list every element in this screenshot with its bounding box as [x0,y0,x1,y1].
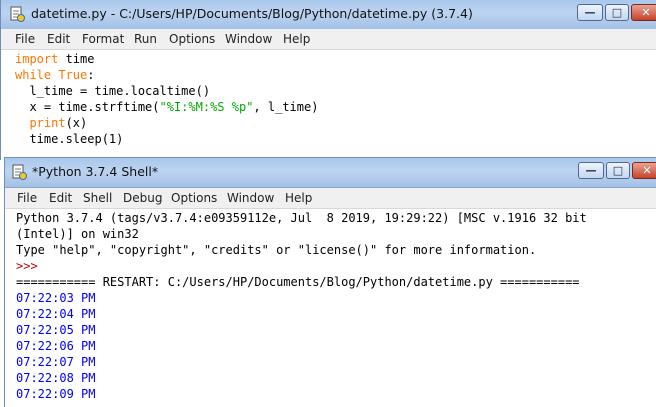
menu-edit[interactable]: Edit [47,32,70,46]
code-text: x = time.strftime( [15,100,160,114]
editor-close-button[interactable]: ✕ [631,4,656,21]
keyword: while [15,68,52,82]
string-literal: "%I:%M:%S %p" [159,100,254,114]
menu-debug[interactable]: Debug [123,191,162,205]
menu-help[interactable]: Help [285,191,312,205]
output-line: 07:22:07 PM [16,355,96,369]
code-line-5: print(x) [15,116,87,130]
minimize-icon: — [585,164,597,177]
shell-maximize-button[interactable]: □ [606,162,630,179]
output-line: 07:22:08 PM [16,371,96,385]
menu-help[interactable]: Help [283,32,310,46]
code-text: , l_time) [253,100,319,114]
close-icon: ✕ [641,6,651,19]
code-line-4: x = time.strftime("%I:%M:%S %p", l_time) [15,100,318,114]
code-line-2: while True: [15,68,94,82]
python-idle-icon [12,164,27,180]
menu-shell[interactable]: Shell [83,191,112,205]
menu-file[interactable]: File [17,191,37,205]
output-line: 07:22:03 PM [16,291,96,305]
shell-close-button[interactable]: ✕ [632,162,656,179]
editor-code-area[interactable]: import time while True: l_time = time.lo… [1,50,656,160]
code-line-6: time.sleep(1) [15,132,124,146]
banner-line-3: Type "help", "copyright", "credits" or "… [16,243,537,257]
builtin: print [15,116,66,130]
maximize-icon: □ [611,6,623,19]
menu-file[interactable]: File [15,32,35,46]
code-text: : [87,68,95,82]
editor-window: datetime.py - C:/Users/HP/Documents/Blog… [0,0,656,160]
code-line-1: import time [15,52,94,66]
code-text: (x) [65,116,88,130]
editor-titlebar[interactable]: datetime.py - C:/Users/HP/Documents/Blog… [1,0,656,30]
output-line: 07:22:09 PM [16,387,96,401]
menu-format[interactable]: Format [82,32,124,46]
editor-maximize-button[interactable]: □ [605,4,629,21]
menu-options[interactable]: Options [171,191,217,205]
output-line: 07:22:05 PM [16,323,96,337]
close-icon: ✕ [642,164,652,177]
maximize-icon: □ [612,164,624,177]
minimize-icon: — [584,6,596,19]
python-idle-icon [10,6,25,22]
menu-window[interactable]: Window [225,32,272,46]
code-text: time [58,52,95,66]
keyword: True [51,68,88,82]
output-line: 07:22:06 PM [16,339,96,353]
output-line: 07:22:04 PM [16,307,96,321]
menu-window[interactable]: Window [227,191,274,205]
banner-line-2: (Intel)] on win32 [16,227,139,241]
editor-menubar: File Edit Format Run Options Window Help [1,29,656,50]
editor-title: datetime.py - C:/Users/HP/Documents/Blog… [31,6,473,21]
keyword: import [15,52,59,66]
shell-title: *Python 3.7.4 Shell* [32,164,159,179]
restart-line: =========== RESTART: C:/Users/HP/Documen… [16,275,580,289]
editor-minimize-button[interactable]: — [577,4,603,21]
shell-output-area[interactable]: Python 3.7.4 (tags/v3.7.4:e09359112e, Ju… [5,209,656,407]
shell-minimize-button[interactable]: — [578,162,604,179]
banner-line-1: Python 3.7.4 (tags/v3.7.4:e09359112e, Ju… [16,211,587,225]
shell-menubar: File Edit Shell Debug Options Window Hel… [5,188,656,209]
shell-window: *Python 3.7.4 Shell* — □ ✕ File Edit She… [4,157,656,407]
menu-options[interactable]: Options [169,32,215,46]
shell-titlebar[interactable]: *Python 3.7.4 Shell* — □ ✕ [5,158,656,188]
code-line-3: l_time = time.localtime() [15,84,211,98]
shell-prompt: >>> [16,259,38,273]
menu-run[interactable]: Run [134,32,157,46]
menu-edit[interactable]: Edit [49,191,72,205]
